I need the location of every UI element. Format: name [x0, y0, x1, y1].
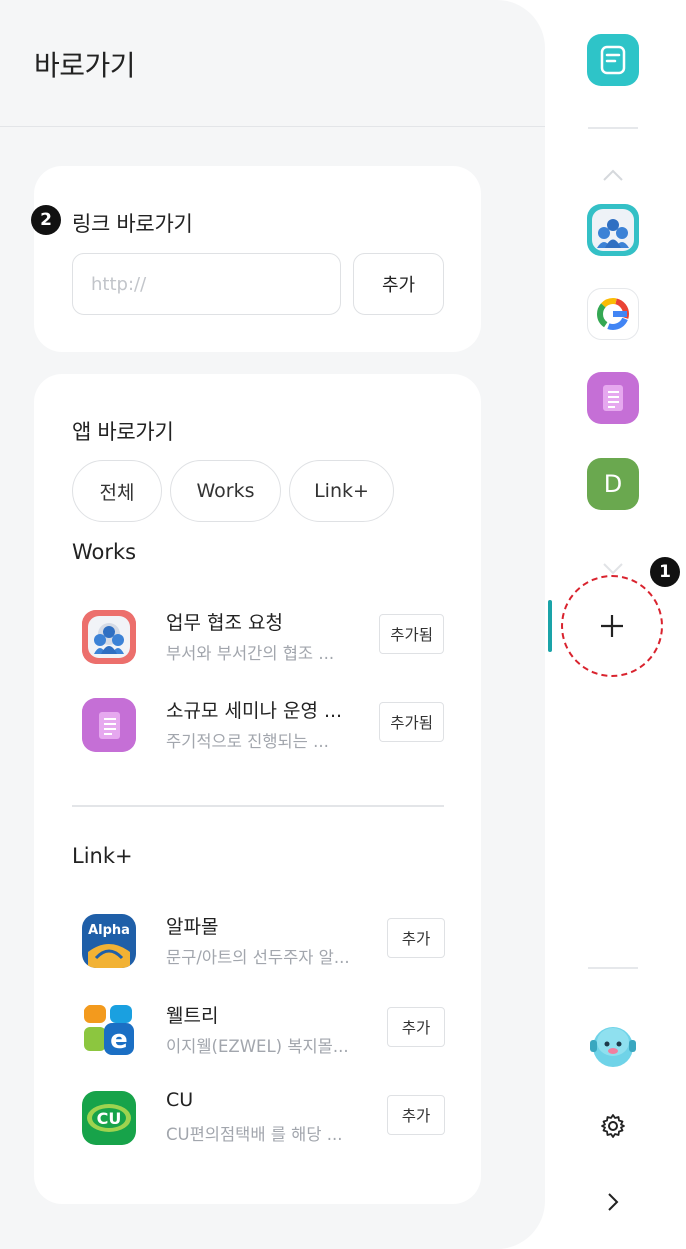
filter-tab-works[interactable]: Works	[170, 460, 281, 522]
works-section-label: Works	[72, 540, 137, 564]
collaboration-icon	[82, 610, 136, 664]
active-indicator	[548, 600, 552, 652]
panel-title: 바로가기	[34, 49, 136, 82]
filter-tab-linkplus[interactable]: Link+	[289, 460, 394, 522]
collaboration-icon[interactable]	[587, 204, 639, 256]
app-name: CU	[166, 1089, 194, 1111]
add-button[interactable]: 추가	[387, 1095, 445, 1135]
app-shortcut-card: 앱 바로가기 전체 Works Link+ Works 업무 협조 요청 부서와…	[34, 374, 481, 1204]
app-name: 소규모 세미나 운영 ...	[166, 700, 343, 722]
cu-logo-icon: CU	[82, 1091, 136, 1145]
shortcuts-panel: 바로가기 링크 바로가기 추가 앱 바로가기 전체 Works Link+ Wo…	[0, 0, 545, 1249]
app-description: CU편의점택배 를 해당 ...	[166, 1125, 343, 1144]
add-button[interactable]: 추가	[387, 918, 445, 958]
app-name: 웰트리	[166, 1005, 219, 1027]
annotation-badge-1: 1	[650, 557, 680, 587]
list-item: 업무 협조 요청 부서와 부서간의 협조 ... 추가됨	[72, 600, 444, 670]
google-icon[interactable]	[587, 288, 639, 340]
add-button[interactable]: 추가	[387, 1007, 445, 1047]
added-button[interactable]: 추가됨	[379, 614, 444, 654]
add-link-button[interactable]: 추가	[353, 253, 444, 315]
rail-divider-top	[588, 127, 638, 129]
app-description: 이지웰(EZWEL) 복지몰...	[166, 1037, 349, 1056]
ezwel-logo-icon: e	[82, 1003, 136, 1057]
cu-logo-text: CU	[97, 1109, 122, 1128]
memo-icon[interactable]	[587, 34, 639, 86]
character-avatar-icon[interactable]	[586, 1020, 640, 1070]
annotation-badge-2: 2	[31, 205, 61, 235]
alpha-logo-text: Alpha	[88, 923, 130, 938]
list-item: Alpha 알파몰 문구/아트의 선두주자 알... 추가	[72, 904, 445, 974]
ezwel-logo-text: e	[110, 1025, 128, 1055]
list-item: 소규모 세미나 운영 ... 주기적으로 진행되는 ... 추가됨	[72, 688, 444, 758]
list-item: e 웰트리 이지웰(EZWEL) 복지몰... 추가	[72, 993, 445, 1063]
app-description: 부서와 부서간의 협조 ...	[166, 644, 335, 663]
app-shortcut-heading: 앱 바로가기	[72, 420, 174, 444]
plus-icon	[601, 615, 623, 637]
gear-icon[interactable]	[599, 1112, 627, 1140]
chevron-right-icon[interactable]	[602, 1189, 624, 1215]
profile-d-icon[interactable]: D	[587, 458, 639, 510]
section-divider	[72, 805, 444, 807]
app-name: 업무 협조 요청	[166, 612, 283, 634]
chevron-up-icon[interactable]	[600, 164, 626, 186]
list-item: CU CU CU편의점택배 를 해당 ... 추가	[72, 1081, 445, 1151]
alpha-logo-icon: Alpha	[82, 914, 136, 968]
notepad-icon	[82, 698, 136, 752]
filter-tabs: 전체 Works Link+	[72, 460, 394, 522]
linkplus-section-label: Link+	[72, 844, 133, 868]
added-button[interactable]: 추가됨	[379, 702, 444, 742]
link-shortcut-card: 링크 바로가기 추가	[34, 166, 481, 352]
link-shortcut-heading: 링크 바로가기	[72, 212, 193, 236]
app-description: 문구/아트의 선두주자 알...	[166, 948, 350, 967]
filter-tab-all[interactable]: 전체	[72, 460, 162, 522]
rail-divider-bottom	[588, 967, 638, 969]
app-description: 주기적으로 진행되는 ...	[166, 732, 329, 751]
panel-divider	[0, 126, 545, 127]
app-name: 알파몰	[166, 916, 219, 938]
notepad-icon[interactable]	[587, 372, 639, 424]
profile-letter: D	[603, 470, 623, 498]
url-input[interactable]	[72, 253, 341, 315]
add-shortcut-button[interactable]	[586, 600, 638, 652]
